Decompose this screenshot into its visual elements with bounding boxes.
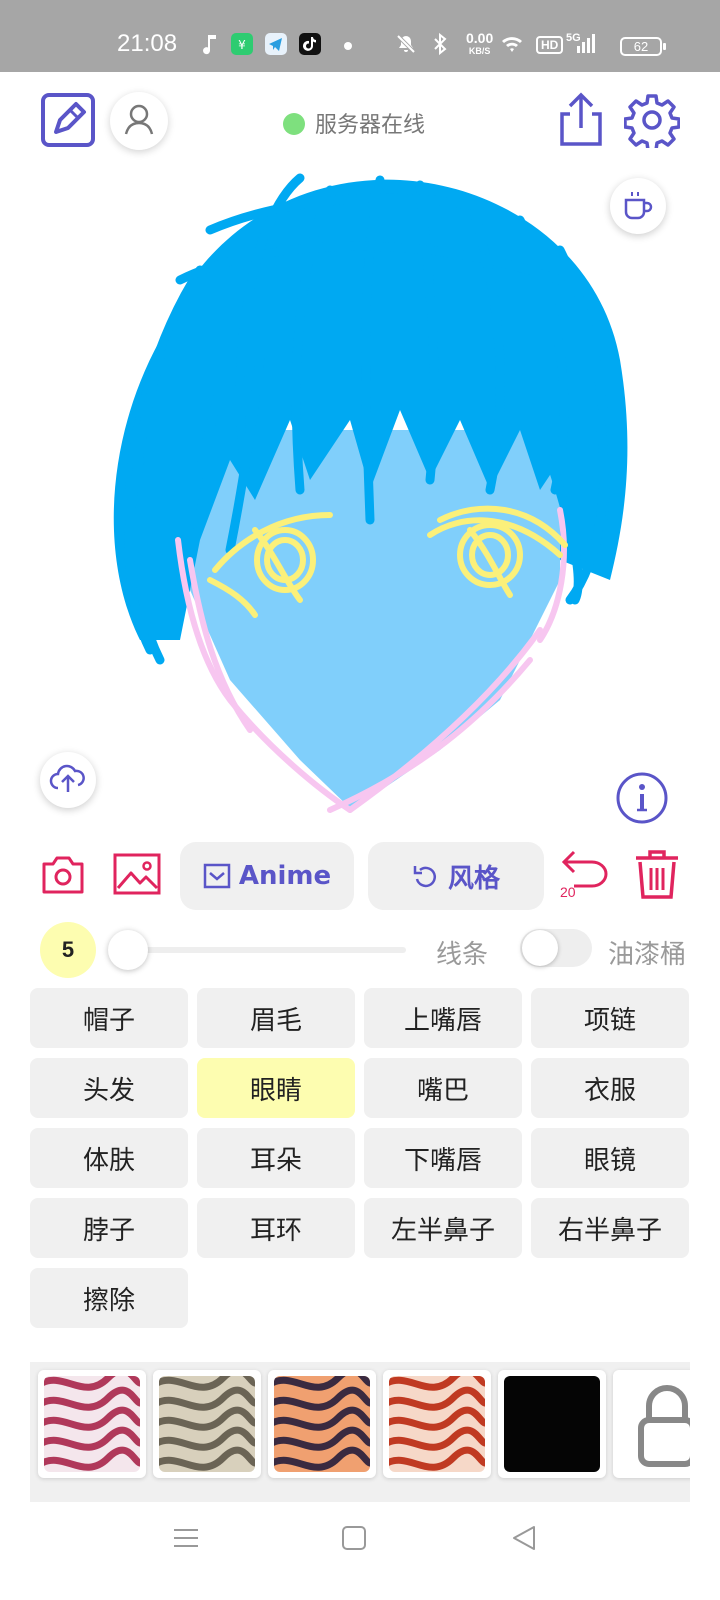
- part-button[interactable]: 眉毛: [197, 988, 355, 1048]
- mute-icon: [396, 34, 416, 54]
- part-button[interactable]: 下嘴唇: [364, 1128, 522, 1188]
- net-speed-value: 0.00: [466, 30, 494, 46]
- user-icon: [124, 104, 154, 135]
- network-speed: 0.00 KB/S: [466, 30, 494, 58]
- style-thumb-image: [389, 1376, 485, 1472]
- edit-icon[interactable]: [40, 92, 96, 148]
- part-button[interactable]: 头发: [30, 1058, 188, 1118]
- gallery-icon[interactable]: [112, 852, 162, 896]
- brush-size-slider[interactable]: [128, 947, 406, 953]
- upload-button[interactable]: [40, 752, 96, 808]
- rotate-icon: [413, 866, 436, 888]
- anime-dropdown-icon: [203, 863, 231, 889]
- cloud-upload-icon: [49, 764, 85, 792]
- style-button[interactable]: 风格: [368, 842, 544, 910]
- net-speed-unit: KB/S: [468, 46, 491, 56]
- brush-size-slider-thumb[interactable]: [108, 930, 148, 970]
- part-button[interactable]: 项链: [531, 988, 689, 1048]
- part-button[interactable]: 眼镜: [531, 1128, 689, 1188]
- face-part-grid: 帽子 眉毛 上嘴唇 项链头发 眼睛 嘴巴 衣服体肤 耳朵 下嘴唇 眼镜脖子 耳环 左半鼻子 右半鼻子擦除: [30, 988, 690, 1328]
- style-thumb-2[interactable]: [153, 1370, 261, 1478]
- part-button[interactable]: 耳朵: [197, 1128, 355, 1188]
- server-online-dot: [283, 113, 305, 135]
- server-status-text: 服务器在线: [315, 113, 426, 138]
- server-status: 服务器在线: [283, 107, 425, 139]
- style-thumb-image: [159, 1376, 255, 1472]
- tiktok-app-icon: [299, 33, 321, 55]
- coffee-button[interactable]: [610, 178, 666, 234]
- style-pattern: [274, 1376, 370, 1472]
- paint-bucket-toggle[interactable]: [520, 929, 592, 967]
- system-nav-bar: [0, 1510, 720, 1600]
- part-button[interactable]: 擦除: [30, 1268, 188, 1328]
- drawing-canvas[interactable]: [0, 160, 720, 820]
- anime-mode-button[interactable]: Anime: [180, 842, 354, 910]
- line-mode-label: 线条: [436, 940, 489, 970]
- style-thumb-image: [44, 1376, 140, 1472]
- style-thumb-5[interactable]: [498, 1370, 606, 1478]
- style-thumb-4[interactable]: [383, 1370, 491, 1478]
- paint-bucket-label: 油漆桶: [608, 940, 687, 970]
- style-thumb-image: [619, 1376, 690, 1472]
- part-button[interactable]: 嘴巴: [364, 1058, 522, 1118]
- back-nav-icon[interactable]: [510, 1524, 538, 1552]
- part-button[interactable]: 眼睛: [197, 1058, 355, 1118]
- brush-size-badge: 5: [40, 922, 96, 978]
- camera-icon[interactable]: [40, 854, 86, 896]
- dot-indicator-icon: [344, 42, 352, 50]
- style-pattern: [159, 1376, 255, 1472]
- share-icon[interactable]: [556, 92, 606, 148]
- part-button[interactable]: 上嘴唇: [364, 988, 522, 1048]
- status-bar: 21:08 ¥ 0.00 KB/S HD 5G 62: [0, 0, 720, 72]
- signal-icon: [577, 34, 595, 53]
- style-thumb-image: [274, 1376, 370, 1472]
- user-profile-button[interactable]: [110, 92, 168, 150]
- style-label: 风格: [447, 863, 500, 894]
- style-thumb-3[interactable]: [268, 1370, 376, 1478]
- style-thumb-1[interactable]: [38, 1370, 146, 1478]
- lock-icon: [638, 1385, 690, 1467]
- part-button[interactable]: 左半鼻子: [364, 1198, 522, 1258]
- part-button[interactable]: 脖子: [30, 1198, 188, 1258]
- anime-label: Anime: [238, 861, 332, 891]
- battery-indicator: 62: [620, 37, 666, 56]
- coffee-icon: [624, 192, 653, 220]
- style-pattern: [44, 1376, 140, 1472]
- music-note-icon: [203, 35, 216, 55]
- style-locked[interactable]: [613, 1370, 690, 1478]
- status-time: 21:08: [117, 30, 178, 57]
- undo-icon[interactable]: [560, 848, 612, 888]
- home-nav-icon[interactable]: [340, 1524, 368, 1552]
- wechat-app-icon: ¥: [231, 33, 253, 55]
- style-pattern: [389, 1376, 485, 1472]
- style-thumb-image: [504, 1376, 600, 1472]
- svg-text:¥: ¥: [238, 38, 246, 52]
- part-button[interactable]: 体肤: [30, 1128, 188, 1188]
- part-button[interactable]: 耳环: [197, 1198, 355, 1258]
- part-button[interactable]: 右半鼻子: [531, 1198, 689, 1258]
- toggle-knob: [522, 930, 558, 966]
- telegram-app-icon: [265, 33, 287, 55]
- style-thumbnail-strip[interactable]: [30, 1362, 690, 1502]
- part-button[interactable]: 衣服: [531, 1058, 689, 1118]
- gear-icon[interactable]: [624, 92, 680, 148]
- menu-nav-icon[interactable]: [172, 1524, 200, 1552]
- bluetooth-icon: [434, 32, 447, 56]
- undo-count: 20: [560, 884, 576, 900]
- style-pattern: [504, 1376, 600, 1472]
- wifi-icon: [502, 37, 522, 52]
- trash-icon[interactable]: [632, 848, 682, 900]
- hd-badge: HD: [536, 36, 564, 54]
- part-button[interactable]: 帽子: [30, 988, 188, 1048]
- info-icon[interactable]: [614, 770, 670, 826]
